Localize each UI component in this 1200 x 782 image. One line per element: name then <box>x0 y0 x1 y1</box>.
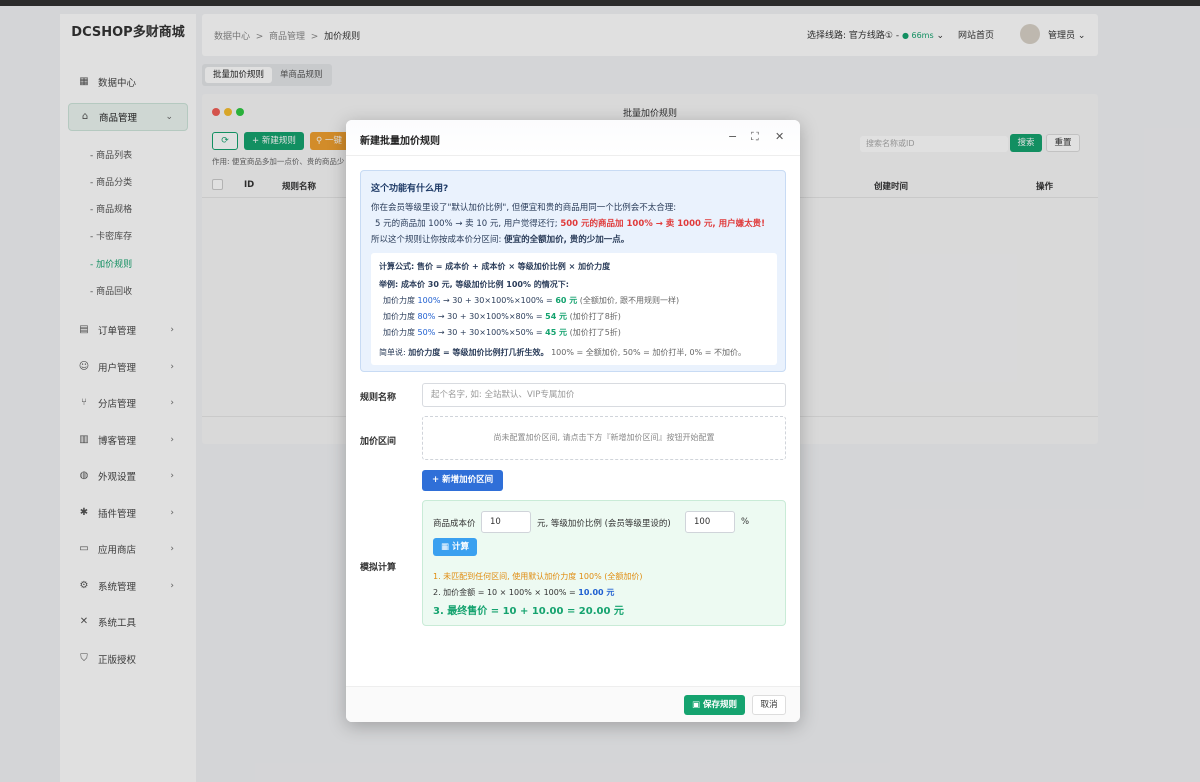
help-panel: 这个功能有什么用? 你在会员等级里设了"默认加价比例", 但便宜和贵的商品用同一… <box>360 170 786 372</box>
save-rule-button[interactable]: ▣ 保存规则 <box>684 695 746 715</box>
example-line: 加价力度 50% → 30 + 30×100%×50% = 45 元 (加价打了… <box>383 328 621 337</box>
close-icon[interactable]: ✕ <box>775 130 784 143</box>
help-line: 5 元的商品加 100% → 卖 10 元, 用户觉得还行; 500 元的商品加… <box>375 219 765 229</box>
ratio-label: 元, 等级加价比例 (会员等级里设的) <box>537 519 671 529</box>
rule-name-label: 规则名称 <box>360 393 397 403</box>
add-range-button[interactable]: + 新增加价区间 <box>422 470 504 491</box>
minimize-icon[interactable]: − <box>728 130 737 143</box>
rule-name-input[interactable]: 起个名字, 如: 全站默认、VIP专属加价 <box>422 383 786 407</box>
save-icon: ▣ <box>692 700 701 710</box>
help-line: 你在会员等级里设了"默认加价比例", 但便宜和贵的商品用同一个比例会不太合理: <box>371 203 677 213</box>
example-line: 加价力度 80% → 30 + 30×100%×80% = 54 元 (加价打了… <box>383 312 621 321</box>
result-line-1: 1. 未匹配到任何区间, 使用默认加价力度 100% (全额加价) <box>433 572 643 581</box>
dialog-title: 新建批量加价规则 <box>360 136 440 147</box>
result-final-price: 3. 最终售价 = 10 + 10.00 = 20.00 元 <box>433 606 624 617</box>
price-range-label: 加价区间 <box>360 437 397 447</box>
dialog-footer: ▣ 保存规则 取消 <box>346 686 800 722</box>
calculate-button[interactable]: ▦ 计算 <box>433 538 478 556</box>
formula-box: 计算公式: 售价 = 成本价 + 成本价 × 等级加价比例 × 加价力度 举例:… <box>371 253 777 365</box>
cost-label: 商品成本价 <box>433 519 476 529</box>
simulation-panel: 商品成本价 10 元, 等级加价比例 (会员等级里设的) 100 % ▦ 计算 … <box>422 500 786 626</box>
formula-text: 计算公式: 售价 = 成本价 + 成本价 × 等级加价比例 × 加价力度 <box>379 262 611 271</box>
ratio-input[interactable]: 100 <box>685 511 735 533</box>
dialog-header: 新建批量加价规则 − ⛶ ✕ <box>346 120 800 156</box>
summary-line: 简单说: 加价力度 = 等级加价比例打几折生效。 100% = 全额加价, 50… <box>379 348 746 357</box>
simulate-label: 模拟计算 <box>360 563 397 573</box>
cost-input[interactable]: 10 <box>481 511 531 533</box>
calculator-icon: ▦ <box>441 542 450 552</box>
cancel-button[interactable]: 取消 <box>752 695 786 715</box>
example-title: 举例: 成本价 30 元, 等级加价比例 100% 的情况下: <box>379 280 569 289</box>
help-line: 所以这个规则让你按成本价分区间: 便宜的全额加价, 贵的少加一点。 <box>371 235 630 245</box>
help-question: 这个功能有什么用? <box>371 184 449 194</box>
example-line: 加价力度 100% → 30 + 30×100%×100% = 60 元 (全额… <box>383 296 680 305</box>
result-line-2: 2. 加价金额 = 10 × 100% × 100% = 10.00 元 <box>433 588 615 597</box>
price-range-empty: 尚未配置加价区间, 请点击下方『新增加价区间』按钮开始配置 <box>422 416 786 460</box>
percent-unit: % <box>741 517 750 527</box>
new-rule-dialog: 新建批量加价规则 − ⛶ ✕ 这个功能有什么用? 你在会员等级里设了"默认加价比… <box>346 120 800 722</box>
maximize-icon[interactable]: ⛶ <box>751 130 759 144</box>
